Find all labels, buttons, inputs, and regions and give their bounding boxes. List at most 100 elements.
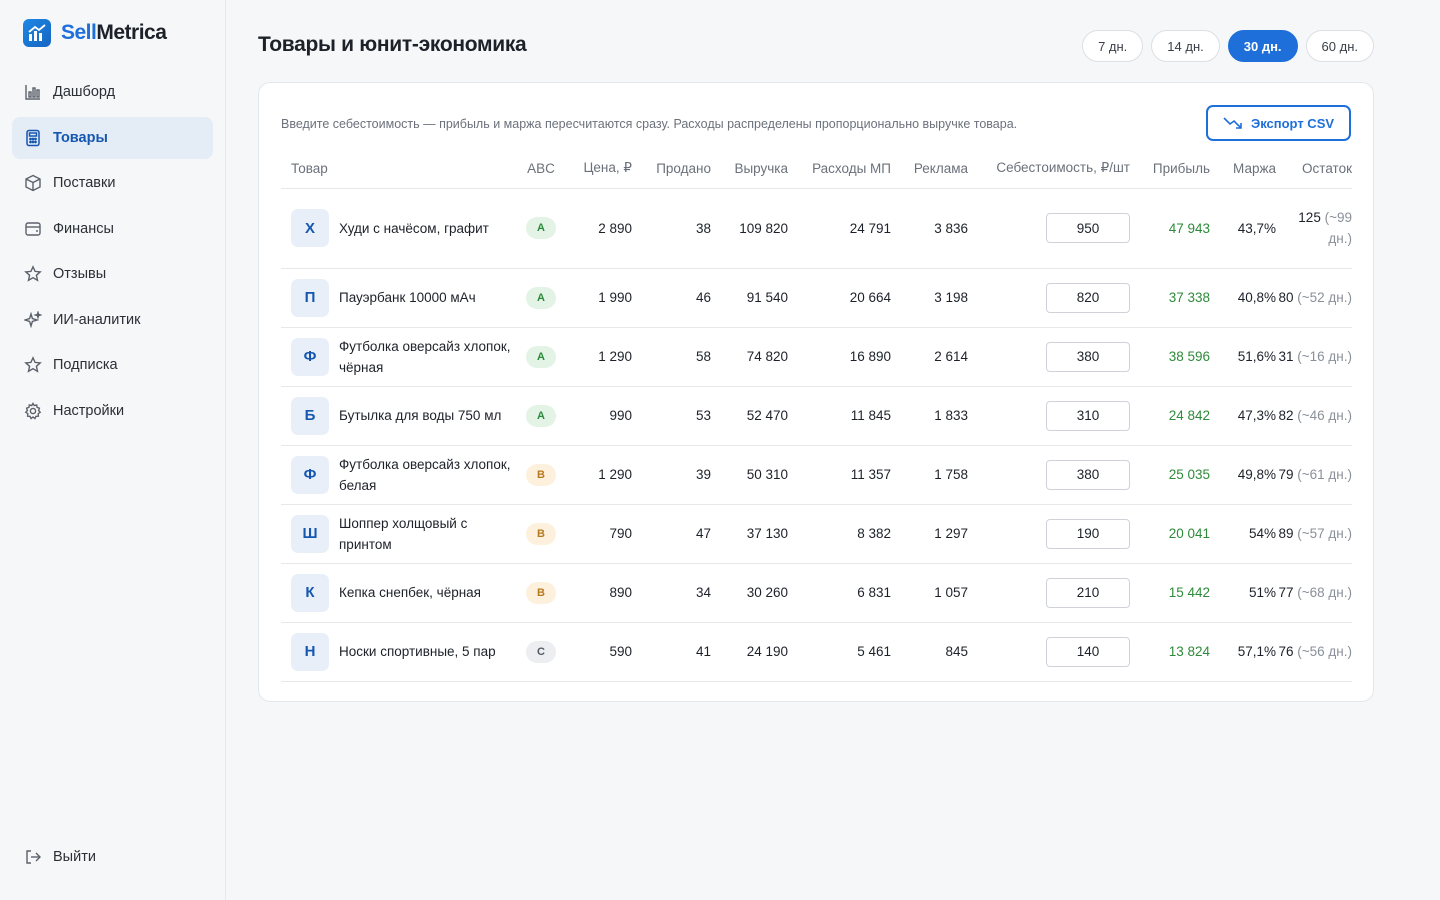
stock-value: 31 — [1278, 349, 1294, 364]
ads-cell: 845 — [891, 622, 968, 682]
mp-fees-cell: 20 664 — [788, 268, 891, 328]
sidebar-item-2[interactable]: Поставки — [12, 162, 213, 204]
col-header-profit[interactable]: Прибыль — [1130, 149, 1210, 189]
stock-days: (~68 дн.) — [1297, 585, 1352, 600]
product-avatar: Н — [291, 632, 329, 671]
table-row[interactable]: Ф Футболка оверсайз хлопок, чёрная A 1 290 5… — [281, 327, 1352, 387]
profit-cell: 37 338 — [1130, 268, 1210, 328]
revenue-cell: 74 820 — [711, 327, 788, 387]
col-header-mp-fees[interactable]: Расходы МП — [788, 149, 891, 189]
product-name[interactable]: Шоппер холщовый с принтом — [339, 513, 521, 555]
brand-name: SellMetrica — [61, 21, 167, 44]
sidebar-item-7[interactable]: Настройки — [12, 390, 213, 432]
product-name[interactable]: Пауэрбанк 10000 мАч — [339, 287, 476, 308]
sold-cell: 38 — [632, 188, 711, 269]
product-avatar: Ф — [291, 455, 329, 494]
cost-cell — [968, 268, 1130, 328]
table-row[interactable]: Б Бутылка для воды 750 мл A 990 53 52 470 11 8… — [281, 386, 1352, 446]
cost-cell — [968, 188, 1130, 269]
profit-cell: 38 596 — [1130, 327, 1210, 387]
col-header-abc[interactable]: ABC — [521, 149, 561, 189]
period-button-2[interactable]: 30 дн. — [1227, 30, 1298, 62]
mp-fees-cell: 16 890 — [788, 327, 891, 387]
sidebar-item-3[interactable]: Финансы — [12, 208, 213, 250]
stock-cell: 79 (~61 дн.) — [1276, 445, 1352, 505]
logout-button[interactable]: Выйти — [24, 848, 96, 866]
sidebar-item-5[interactable]: ИИ-аналитик — [12, 299, 213, 341]
stock-value: 77 — [1278, 585, 1294, 600]
stock-cell: 82 (~46 дн.) — [1276, 386, 1352, 446]
logout-label: Выйти — [53, 849, 96, 865]
sidebar-item-4[interactable]: Отзывы — [12, 253, 213, 295]
sidebar-item-6[interactable]: Подписка — [12, 344, 213, 386]
col-header-sold[interactable]: Продано — [632, 149, 711, 189]
cost-input[interactable] — [1046, 400, 1130, 431]
cost-cell — [968, 445, 1130, 505]
export-csv-button[interactable]: Экспорт CSV — [1206, 105, 1351, 141]
abc-badge: A — [526, 286, 556, 309]
profit-cell: 47 943 — [1130, 188, 1210, 269]
ads-cell: 1 057 — [891, 563, 968, 623]
price-cell: 890 — [561, 563, 632, 623]
abc-cell: A — [521, 327, 561, 387]
table-row[interactable]: П Пауэрбанк 10000 мАч A 1 990 46 91 540 20 664… — [281, 268, 1352, 328]
cost-input[interactable] — [1046, 459, 1130, 490]
sidebar-item-label: Финансы — [53, 220, 114, 237]
sidebar-item-0[interactable]: Дашборд — [12, 71, 213, 113]
revenue-cell: 50 310 — [711, 445, 788, 505]
chart-bar-icon — [24, 83, 42, 101]
col-header-price[interactable]: Цена, ₽ — [561, 149, 632, 189]
price-cell: 990 — [561, 386, 632, 446]
stock-cell: 89 (~57 дн.) — [1276, 504, 1352, 564]
period-button-1[interactable]: 14 дн. — [1151, 30, 1220, 62]
price-cell: 1 990 — [561, 268, 632, 328]
sidebar-item-label: Подписка — [53, 357, 118, 373]
table-row[interactable]: К Кепка снепбек, чёрная B 890 34 30 260 6 831 1… — [281, 563, 1352, 623]
product-cell: Ш Шоппер холщовый с принтом — [281, 504, 521, 564]
stock-days: (~46 дн.) — [1297, 408, 1352, 423]
product-name[interactable]: Носки спортивные, 5 пар — [339, 641, 496, 662]
table-row[interactable]: Ш Шоппер холщовый с принтом B 790 47 37 130 8 … — [281, 504, 1352, 564]
cost-input[interactable] — [1046, 518, 1130, 549]
sparkles-icon — [24, 310, 42, 329]
margin-cell: 47,3% — [1210, 386, 1276, 446]
cost-input[interactable] — [1046, 282, 1130, 313]
wallet-icon — [24, 220, 42, 238]
stock-days: (~61 дн.) — [1297, 467, 1352, 482]
profit-cell: 20 041 — [1130, 504, 1210, 564]
sidebar-item-1[interactable]: Товары — [12, 116, 213, 159]
col-header-product[interactable]: Товар — [281, 149, 521, 189]
col-header-margin[interactable]: Маржа — [1210, 149, 1276, 189]
period-button-0[interactable]: 7 дн. — [1082, 30, 1144, 62]
abc-cell: C — [521, 622, 561, 682]
brand[interactable]: SellMetrica — [23, 19, 167, 47]
margin-cell: 57,1% — [1210, 622, 1276, 682]
product-name[interactable]: Бутылка для воды 750 мл — [339, 405, 501, 426]
col-header-cost[interactable]: Себестоимость, ₽/шт — [968, 149, 1130, 189]
stock-cell: 80 (~52 дн.) — [1276, 268, 1352, 328]
product-name[interactable]: Худи с начёсом, графит — [339, 218, 489, 239]
table-row[interactable]: Ф Футболка оверсайз хлопок, белая B 1 290 39… — [281, 445, 1352, 505]
table-row[interactable]: Н Носки спортивные, 5 пар C 590 41 24 190 5 46… — [281, 622, 1352, 682]
col-header-stock[interactable]: Остаток — [1276, 149, 1352, 189]
product-name[interactable]: Кепка снепбек, чёрная — [339, 582, 481, 603]
margin-cell: 51% — [1210, 563, 1276, 623]
cost-input[interactable] — [1046, 341, 1130, 372]
col-header-ads[interactable]: Реклама — [891, 149, 968, 189]
profit-cell: 13 824 — [1130, 622, 1210, 682]
stock-value: 82 — [1278, 408, 1294, 423]
calculator-icon — [24, 129, 42, 147]
profit-cell: 15 442 — [1130, 563, 1210, 623]
cost-input[interactable] — [1046, 213, 1130, 243]
cost-input[interactable] — [1046, 577, 1130, 608]
product-name[interactable]: Футболка оверсайз хлопок, чёрная — [339, 336, 521, 378]
abc-badge: C — [526, 640, 556, 663]
cost-input[interactable] — [1046, 636, 1130, 667]
sidebar-item-label: Дашборд — [53, 84, 116, 100]
table-row[interactable]: Х Худи с начёсом, графит A 2 890 38 109 820 24… — [281, 188, 1352, 269]
trend-down-icon — [1223, 117, 1242, 129]
product-name[interactable]: Футболка оверсайз хлопок, белая — [339, 454, 521, 496]
product-avatar: К — [291, 573, 329, 612]
period-button-3[interactable]: 60 дн. — [1305, 30, 1374, 62]
col-header-revenue[interactable]: Выручка — [711, 149, 788, 189]
